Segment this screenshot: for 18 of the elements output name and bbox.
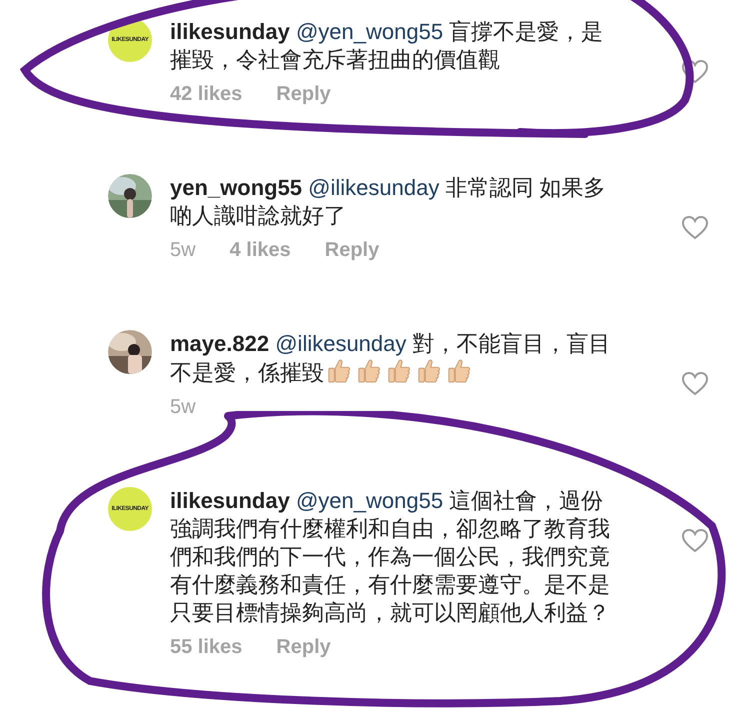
likes-link[interactable]: 55 likes — [170, 635, 242, 659]
likes-link[interactable]: 4 likes — [230, 238, 291, 262]
reply-button[interactable]: Reply — [324, 238, 380, 262]
reply-button[interactable]: Reply — [276, 635, 331, 659]
comment-text: yen_wong55 @ilikesunday 非常認同 如果多啲人識咁諗就好了 — [170, 174, 607, 230]
heart-icon[interactable] — [682, 60, 708, 84]
comment-time: 5w — [170, 238, 196, 262]
likes-link[interactable]: 42 likes — [170, 82, 242, 106]
comment-text: maye.822 @ilikesunday 對，不能盲目，盲目不是愛，係摧毀 — [170, 330, 612, 387]
comment-time: 5w — [170, 395, 196, 419]
thumbs-up-icon — [417, 358, 441, 384]
thumbs-up-icon — [387, 358, 411, 384]
reply-button[interactable]: Reply — [276, 82, 331, 106]
comment-text: ilikesunday @yen_wong55 盲撐不是愛，是摧毀，令社會充斥著扭曲的價值觀 — [170, 18, 604, 74]
thumbs-up-icon — [447, 358, 471, 384]
thumbs-up-icon — [327, 358, 351, 384]
thumbs-up-icon — [357, 358, 381, 384]
comment-text: ilikesunday @yen_wong55 這個社會，過份強調我們有什麼權利和自由，卻忽略了教育我們和我們的下一代，作為一個公民，我們究竟有什麼義務和責任，有什麼需要遵守。是不是只要目標情操夠高尚，就可以罔顧他人利益？ — [170, 487, 611, 627]
